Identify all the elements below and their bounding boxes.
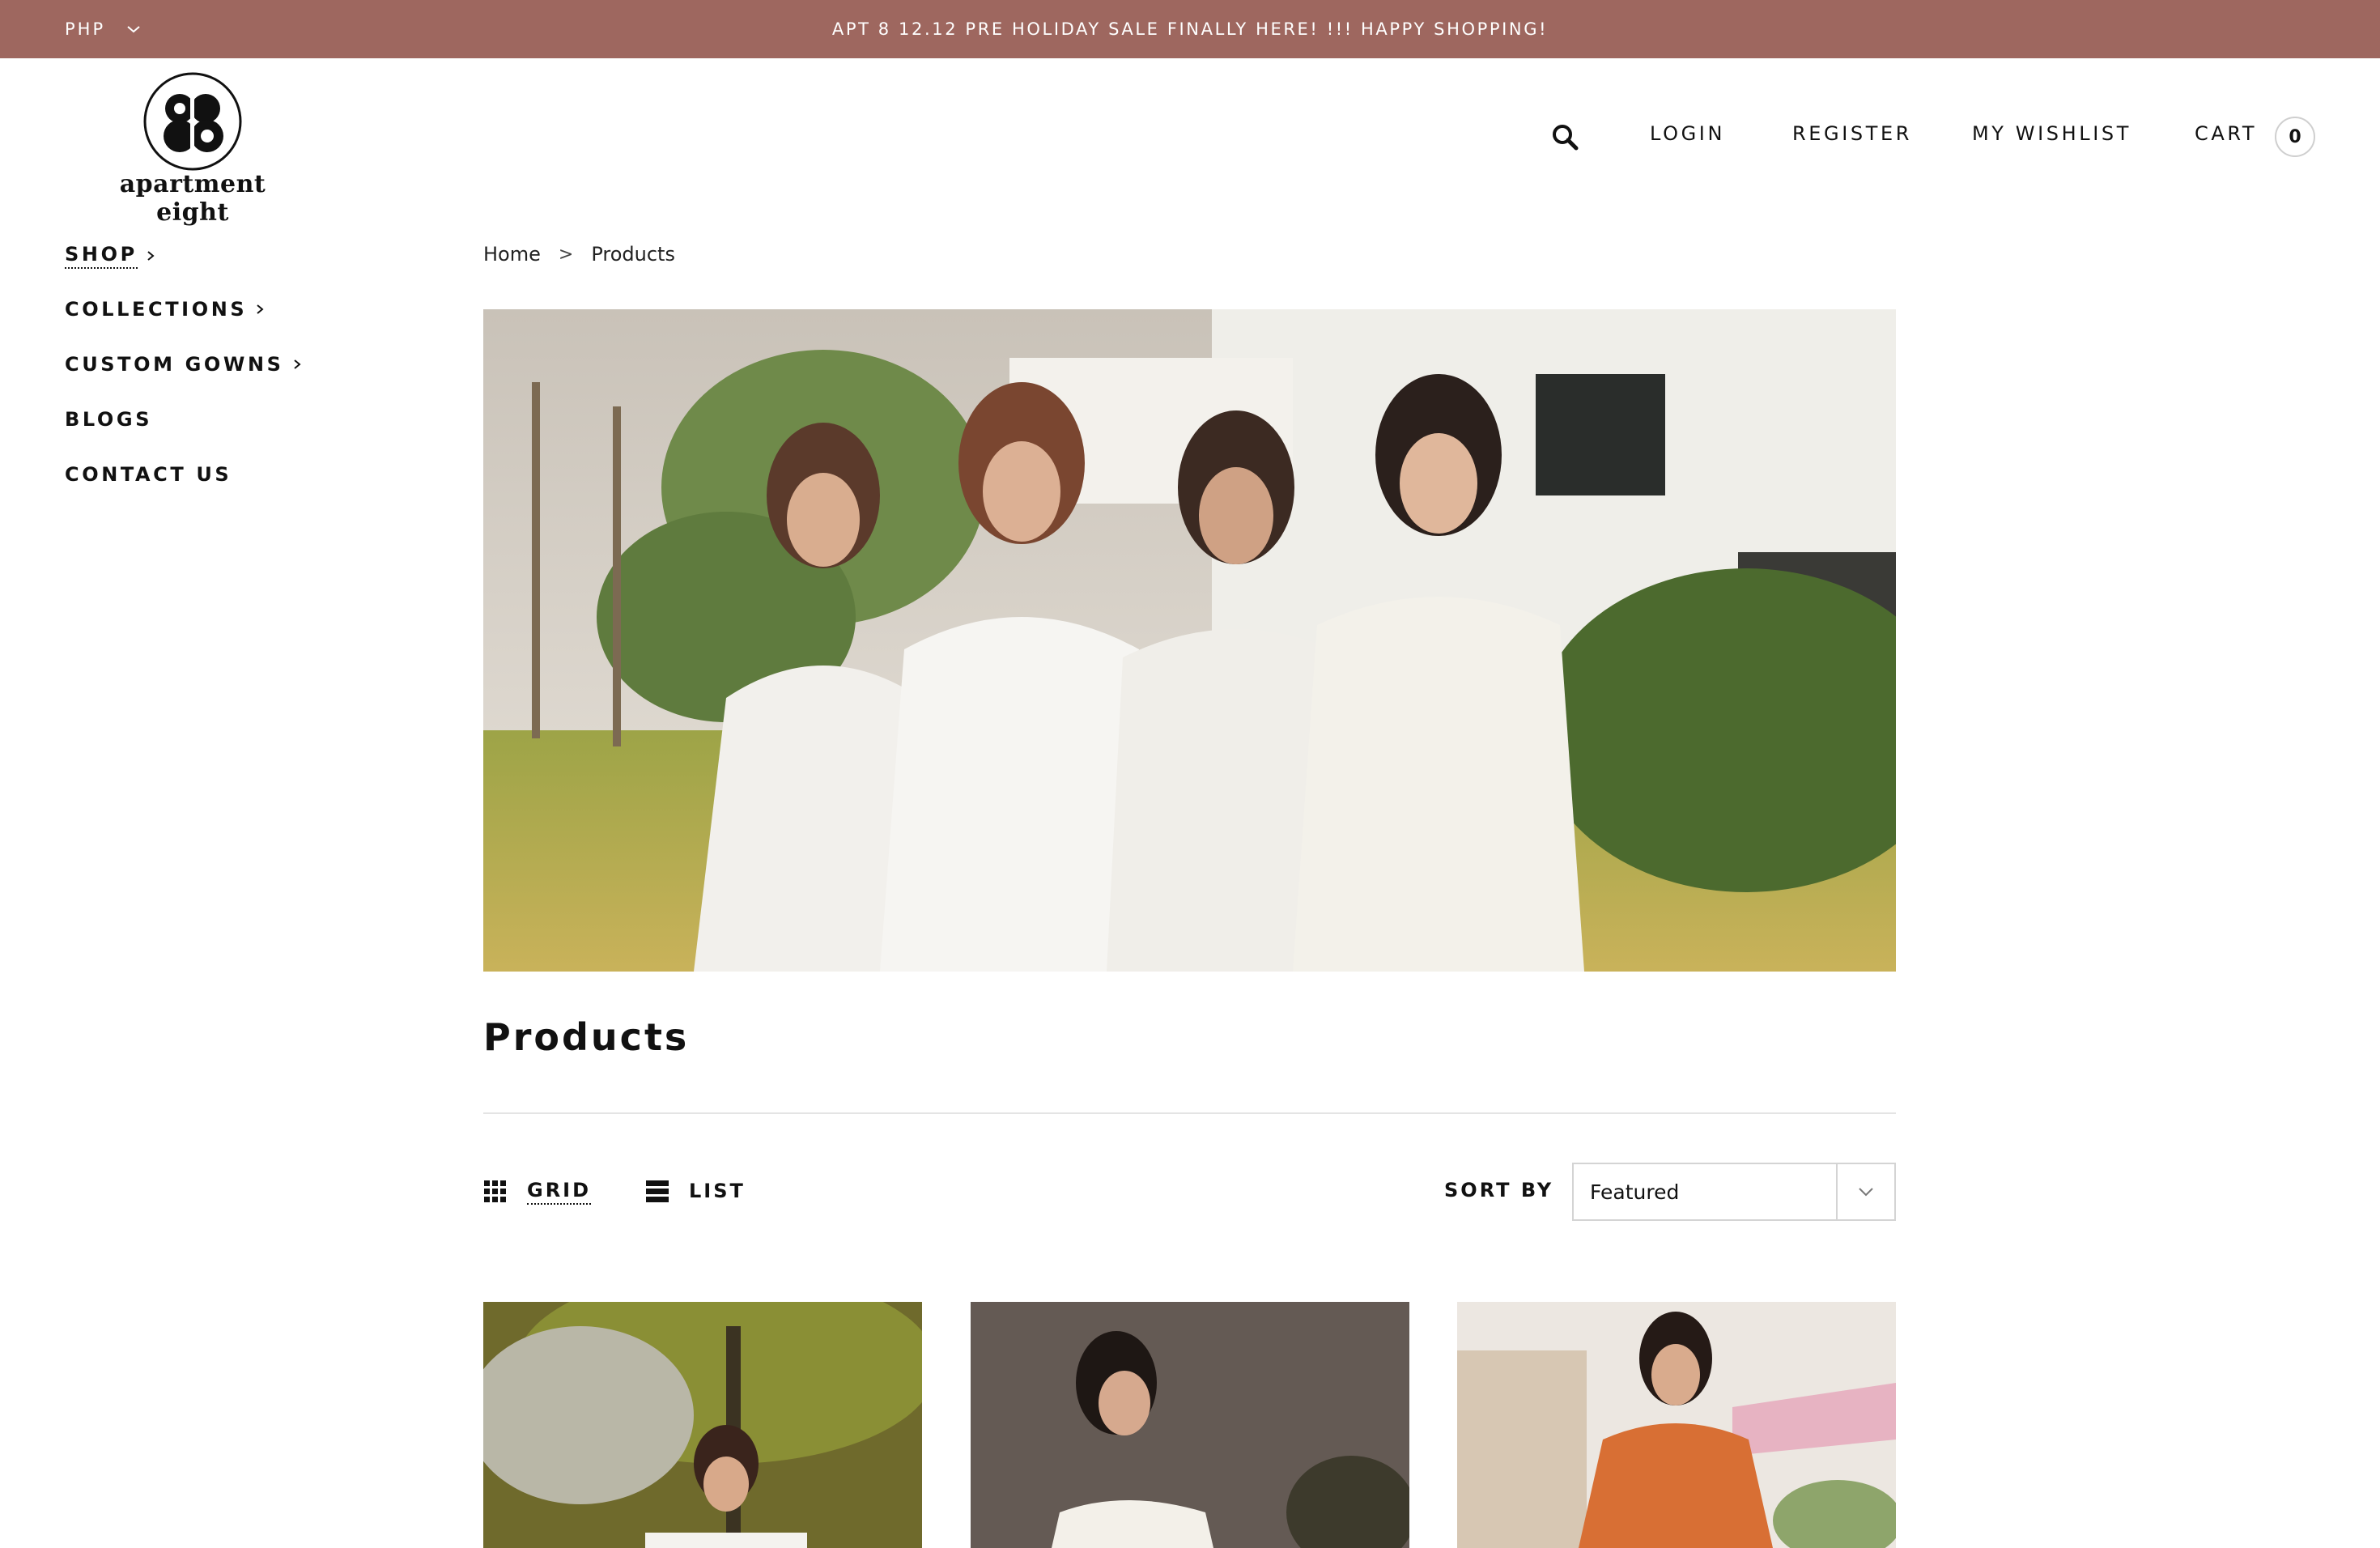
logo-mark — [143, 72, 242, 171]
breadcrumb-separator: > — [558, 244, 574, 265]
cart-link[interactable]: CART — [2195, 122, 2257, 145]
sidebar-item-label: SHOP — [65, 243, 138, 269]
wishlist-link[interactable]: MY WISHLIST — [1972, 122, 2131, 145]
sidebar-item-collections[interactable]: COLLECTIONS — [65, 298, 265, 321]
product-card-3[interactable] — [1457, 1302, 1896, 1548]
register-link[interactable]: REGISTER — [1792, 122, 1912, 145]
brand-logo[interactable]: apartment eight — [84, 71, 301, 227]
breadcrumb-home-link[interactable]: Home — [483, 243, 541, 266]
sidebar-item-label: BLOGS — [65, 408, 153, 431]
grid-label: GRID — [527, 1179, 592, 1205]
sidebar-item-label: COLLECTIONS — [65, 298, 248, 321]
sort-dropdown-button[interactable] — [1836, 1164, 1894, 1219]
sort-selected-value: Featured — [1590, 1180, 1680, 1204]
sidebar-item-blogs[interactable]: BLOGS — [65, 408, 152, 431]
product-image[interactable] — [483, 1302, 922, 1548]
login-link[interactable]: LOGIN — [1650, 122, 1725, 145]
chevron-right-icon — [147, 251, 155, 261]
page-title: Products — [483, 1015, 690, 1059]
breadcrumb: Home > Products — [483, 243, 675, 266]
list-icon — [646, 1180, 669, 1202]
cart-count-badge[interactable]: 0 — [2275, 117, 2315, 157]
announcement-text: APT 8 12.12 PRE HOLIDAY SALE FINALLY HER… — [831, 19, 1549, 39]
list-view-toggle[interactable]: LIST — [645, 1179, 746, 1203]
sidebar-item-custom-gowns[interactable]: CUSTOM GOWNS — [65, 353, 302, 376]
chevron-down-icon — [1859, 1188, 1873, 1197]
breadcrumb-current: Products — [591, 243, 675, 266]
product-card-2[interactable] — [971, 1302, 1409, 1548]
sort-select[interactable]: Featured — [1572, 1163, 1896, 1221]
product-image[interactable] — [971, 1302, 1409, 1548]
sidebar-item-shop[interactable]: SHOP — [65, 243, 155, 269]
chevron-right-icon — [257, 304, 264, 314]
chevron-right-icon — [293, 359, 301, 369]
hero-banner-image — [483, 309, 1896, 972]
grid-view-toggle[interactable]: GRID — [483, 1179, 592, 1205]
sort-by-label: SORT BY — [1444, 1179, 1554, 1201]
grid-icon — [484, 1180, 506, 1202]
divider — [483, 1112, 1896, 1114]
product-image[interactable] — [1457, 1302, 1896, 1548]
brand-name: apartment eight — [119, 170, 266, 227]
sidebar-item-label: CUSTOM GOWNS — [65, 353, 284, 376]
list-label: LIST — [689, 1180, 746, 1202]
product-card-1[interactable] — [483, 1302, 922, 1548]
sidebar-item-label: CONTACT US — [65, 463, 232, 486]
search-icon[interactable] — [1551, 123, 1579, 151]
sidebar-item-contact-us[interactable]: CONTACT US — [65, 463, 232, 486]
announcement-bar: PHP APT 8 12.12 PRE HOLIDAY SALE FINALLY… — [0, 0, 2380, 58]
